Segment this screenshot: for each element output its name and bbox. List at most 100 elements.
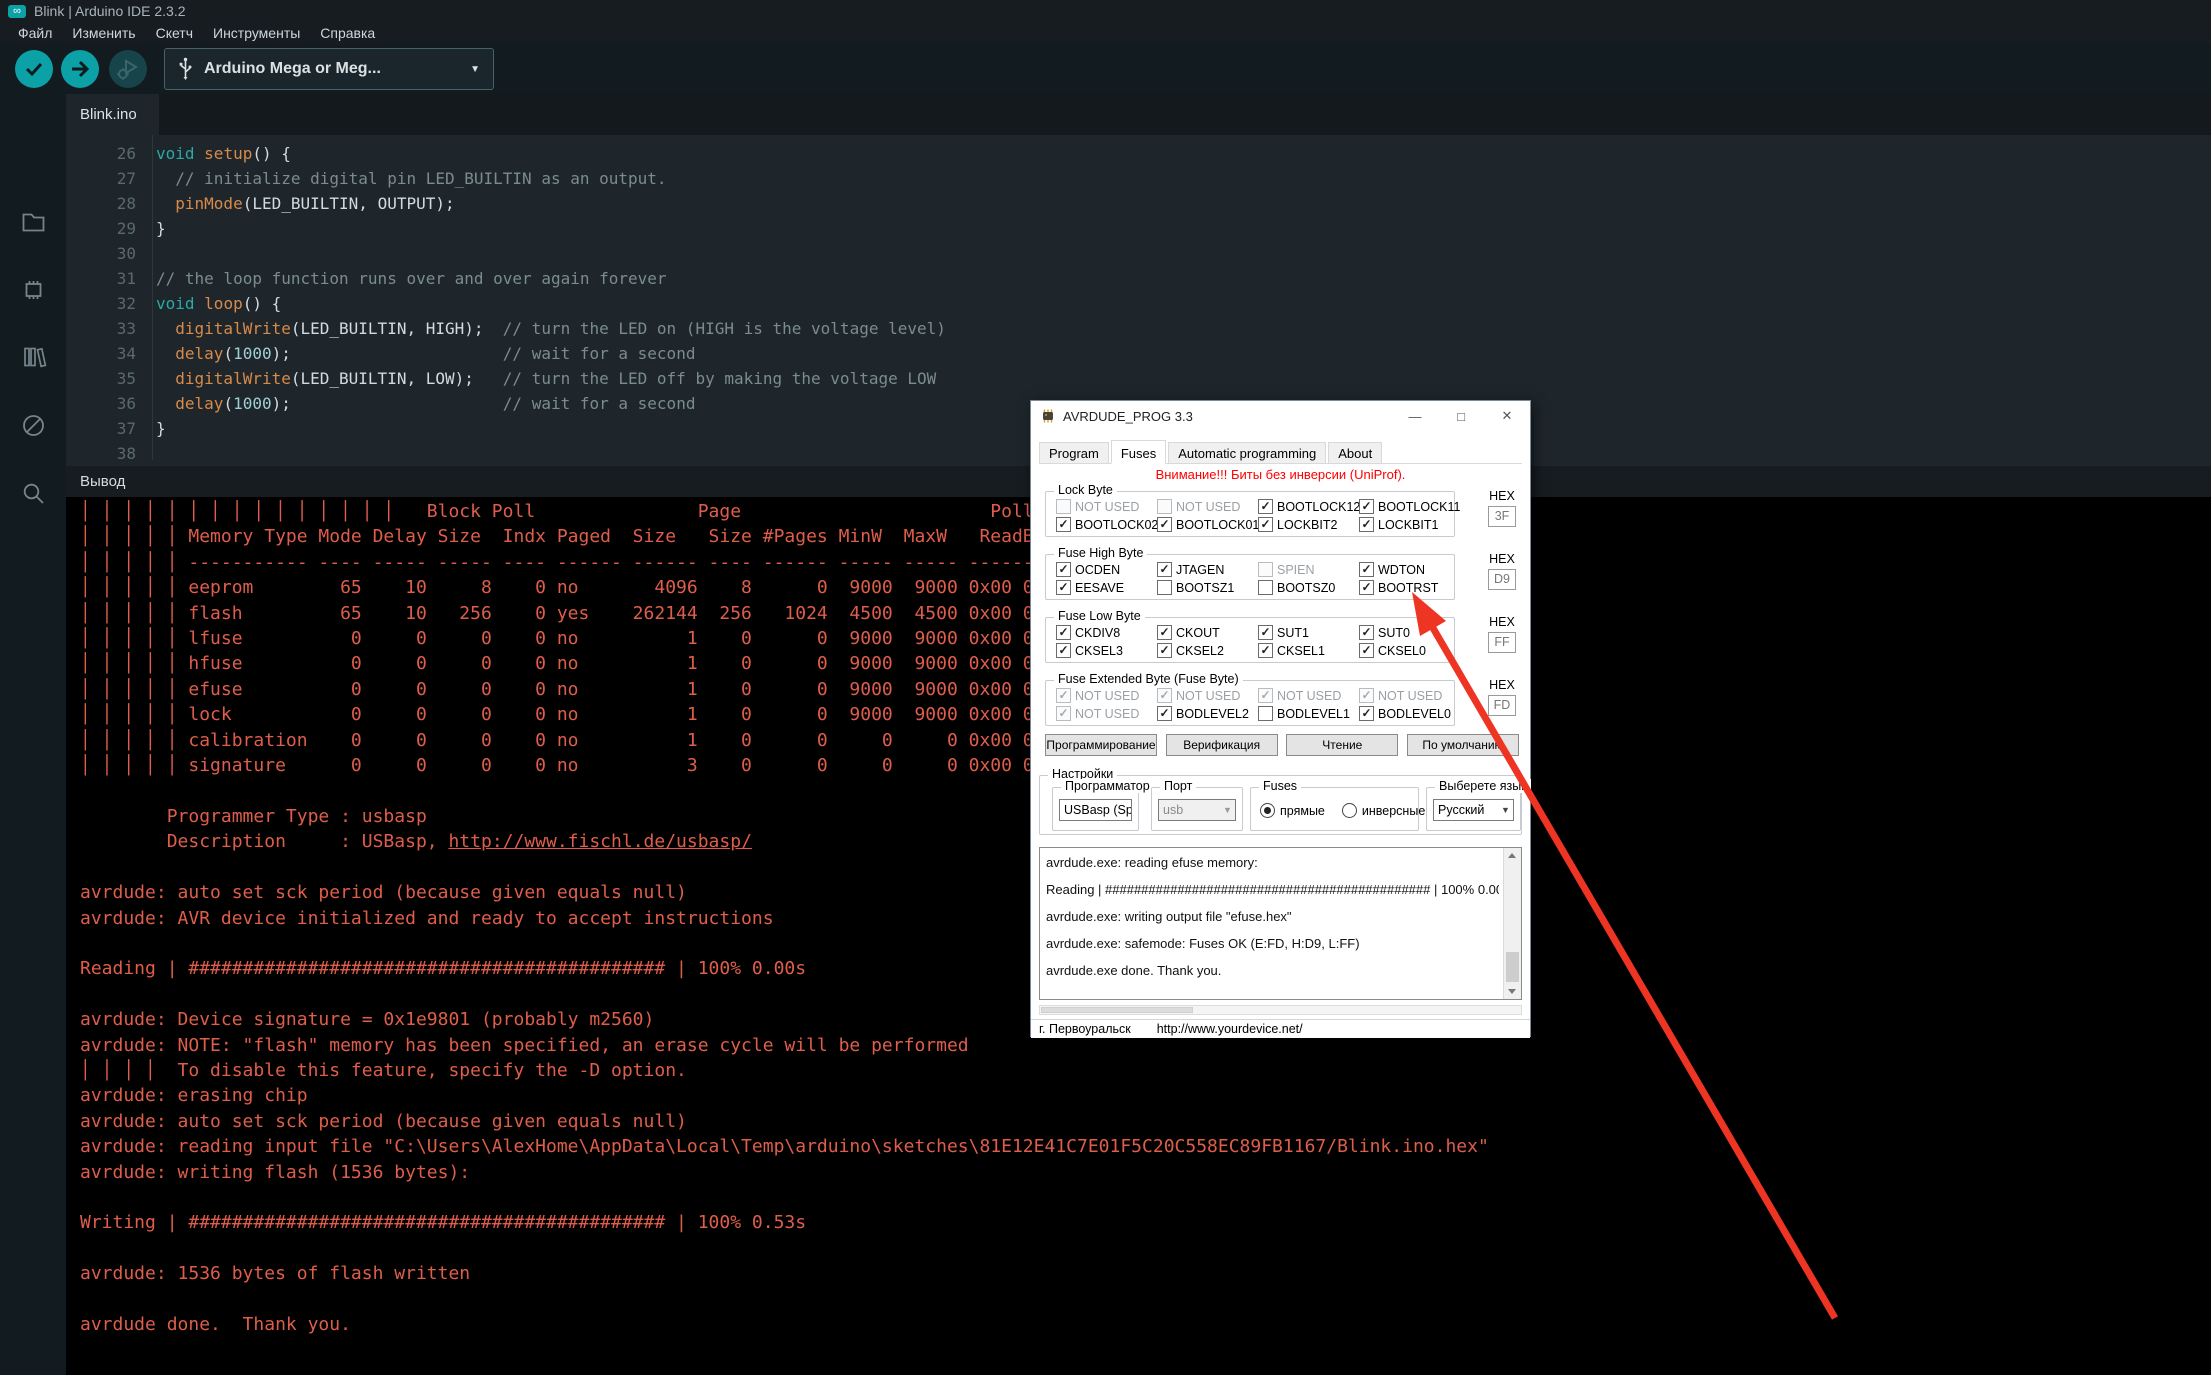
group-legend: Lock Byte <box>1054 483 1117 497</box>
checkbox-label: BOOTSZ0 <box>1277 581 1335 595</box>
fuse-warning-text: Внимание!!! Биты без инверсии (UniProf). <box>1031 467 1530 482</box>
chevron-down-icon: ▼ <box>1498 805 1513 815</box>
fuse-checkbox-sut1[interactable]: ✓SUT1 <box>1258 625 1359 640</box>
dialog-tab-automatic-programming[interactable]: Automatic programming <box>1168 442 1326 463</box>
fuse-checkbox-bootsz0[interactable]: BOOTSZ0 <box>1258 580 1359 595</box>
fuse-checkbox-bootlock11[interactable]: ✓BOOTLOCK11 <box>1359 499 1460 514</box>
fuse-checkbox-cksel2[interactable]: ✓CKSEL2 <box>1157 643 1258 658</box>
verify-button[interactable] <box>15 50 53 88</box>
checkbox-label: CKSEL0 <box>1378 644 1426 658</box>
sidebar-item-search[interactable] <box>0 463 66 523</box>
menu-item-справка[interactable]: Справка <box>310 25 385 41</box>
sidebar-item-library-manager[interactable] <box>0 326 66 386</box>
menu-item-скетч[interactable]: Скетч <box>146 25 203 41</box>
fuse-checkbox-bootsz1[interactable]: BOOTSZ1 <box>1157 580 1258 595</box>
fuse-checkbox-jtagen[interactable]: ✓JTAGEN <box>1157 562 1258 577</box>
maximize-button[interactable]: □ <box>1438 401 1484 431</box>
menu-item-изменить[interactable]: Изменить <box>62 25 145 41</box>
minimize-button[interactable]: — <box>1392 401 1438 431</box>
fuse-checkbox-bootrst[interactable]: ✓BOOTRST <box>1359 580 1460 595</box>
fuse-checkbox-bootlock02[interactable]: ✓BOOTLOCK02 <box>1056 517 1157 532</box>
fuse-checkbox-eesave[interactable]: ✓EESAVE <box>1056 580 1157 595</box>
checkbox-label: WDTON <box>1378 563 1425 577</box>
programmer-select[interactable]: USBasp (Sp ▼ <box>1059 799 1132 821</box>
dialog-tab-program[interactable]: Program <box>1039 442 1109 463</box>
line-number: 37 <box>66 416 136 441</box>
close-button[interactable]: ✕ <box>1484 401 1530 431</box>
sidebar-item-debug[interactable] <box>0 395 66 455</box>
fuse-checkbox-bootlock12[interactable]: ✓BOOTLOCK12 <box>1258 499 1359 514</box>
fuse-checkbox-sut0[interactable]: ✓SUT0 <box>1359 625 1460 640</box>
fuse-checkbox-cksel1[interactable]: ✓CKSEL1 <box>1258 643 1359 658</box>
dialog-title: AVRDUDE_PROG 3.3 <box>1063 409 1193 424</box>
fuse-checkbox-wdton[interactable]: ✓ WDTON <box>1359 562 1460 577</box>
checkbox-icon: ✓ <box>1359 517 1374 532</box>
checkbox-label: CKSEL1 <box>1277 644 1325 658</box>
log-line: avrdude.exe: reading efuse memory: <box>1046 855 1499 870</box>
fuse-checkbox-ckout[interactable]: ✓CKOUT <box>1157 625 1258 640</box>
checkbox-label: CKOUT <box>1176 626 1220 640</box>
radio-прямые[interactable]: прямые <box>1260 803 1325 818</box>
chevron-down-icon: ▼ <box>1220 805 1235 815</box>
fuse-checkbox-ckdiv8[interactable]: ✓CKDIV8 <box>1056 625 1157 640</box>
menu-item-инструменты[interactable]: Инструменты <box>203 25 310 41</box>
hex-label: HEX <box>1479 678 1525 692</box>
debug-button[interactable] <box>109 50 147 88</box>
scroll-up-icon[interactable] <box>1504 848 1520 864</box>
code-line: } <box>156 216 946 241</box>
dialog-tab-fuses[interactable]: Fuses <box>1111 440 1166 464</box>
programmer-legend: Программатор <box>1061 779 1154 793</box>
scrollbar-thumb[interactable] <box>1041 1007 1193 1013</box>
checkbox-icon: ✓ <box>1157 706 1172 721</box>
dialog-title-bar[interactable]: AVRDUDE_PROG 3.3 —□✕ <box>1031 401 1530 431</box>
dialog-button-программирование[interactable]: Программирование <box>1045 734 1157 756</box>
dialog-tab-about[interactable]: About <box>1328 442 1382 463</box>
dialog-button-чтение[interactable]: Чтение <box>1286 734 1398 756</box>
port-select: usb ▼ <box>1158 799 1236 821</box>
menu-item-файл[interactable]: Файл <box>8 25 62 41</box>
board-selector[interactable]: Arduino Mega or Meg... ▼ <box>164 48 494 90</box>
fuse-checkbox-cksel3[interactable]: ✓CKSEL3 <box>1056 643 1157 658</box>
checkbox-icon: ✓ <box>1056 517 1071 532</box>
dialog-button-по-умолчанию[interactable]: По умолчанию <box>1407 734 1519 756</box>
fuses-radios: прямые инверсные <box>1260 803 1425 818</box>
fuse-checkbox-bootlock01[interactable]: ✓BOOTLOCK01 <box>1157 517 1258 532</box>
line-number: 27 <box>66 166 136 191</box>
fuse-checkbox-ocden[interactable]: ✓OCDEN <box>1056 562 1157 577</box>
scroll-down-icon[interactable] <box>1504 983 1520 999</box>
line-number: 26 <box>66 141 136 166</box>
log-vertical-scrollbar[interactable] <box>1503 848 1521 999</box>
checkbox-label: EESAVE <box>1075 581 1124 595</box>
upload-arrow-icon <box>69 58 91 80</box>
fuse-checkbox-bodlevel2[interactable]: ✓BODLEVEL2 <box>1157 706 1258 721</box>
code-line: } <box>156 416 946 441</box>
checkbox-icon: ✓ <box>1157 517 1172 532</box>
fuse-checkbox-bodlevel0[interactable]: ✓BODLEVEL0 <box>1359 706 1460 721</box>
checkbox-icon: ✓ <box>1056 688 1071 703</box>
line-number: 33 <box>66 316 136 341</box>
usb-plug-icon <box>178 57 193 81</box>
avrdude-log[interactable]: avrdude.exe: reading efuse memory:Readin… <box>1039 847 1522 1000</box>
log-horizontal-scrollbar[interactable] <box>1039 1005 1522 1015</box>
tab-blink-ino[interactable]: Blink.ino <box>66 94 159 135</box>
fuse-checkbox-not-used: NOT USED <box>1157 499 1258 514</box>
upload-button[interactable] <box>61 50 99 88</box>
checkbox-icon: ✓ <box>1359 562 1374 577</box>
fuse-checkbox-not-used: ✓NOT USED <box>1056 688 1157 703</box>
radio-инверсные[interactable]: инверсные <box>1342 803 1425 818</box>
fuse-checkbox-lockbit2[interactable]: ✓LOCKBIT2 <box>1258 517 1359 532</box>
code-line: digitalWrite(LED_BUILTIN, LOW); // turn … <box>156 366 946 391</box>
radio-icon <box>1342 803 1357 818</box>
dialog-tabs: ProgramFusesAutomatic programmingAbout <box>1039 438 1522 464</box>
language-select[interactable]: Русский ▼ <box>1433 799 1514 821</box>
fuses-mode-group: Fuses прямыеинверсные <box>1250 787 1419 831</box>
hex-value: FD <box>1488 695 1516 716</box>
fuse-checkbox-bodlevel1[interactable]: BODLEVEL1 <box>1258 706 1359 721</box>
sidebar-item-boards-manager[interactable] <box>0 259 66 319</box>
dialog-button-верификация[interactable]: Верификация <box>1166 734 1278 756</box>
chip-board-icon <box>20 276 47 303</box>
fuse-checkbox-lockbit1[interactable]: ✓LOCKBIT1 <box>1359 517 1460 532</box>
sidebar-item-sketchbook[interactable] <box>0 191 66 251</box>
scrollbar-thumb[interactable] <box>1506 952 1519 982</box>
fuse-checkbox-cksel0[interactable]: ✓CKSEL0 <box>1359 643 1460 658</box>
